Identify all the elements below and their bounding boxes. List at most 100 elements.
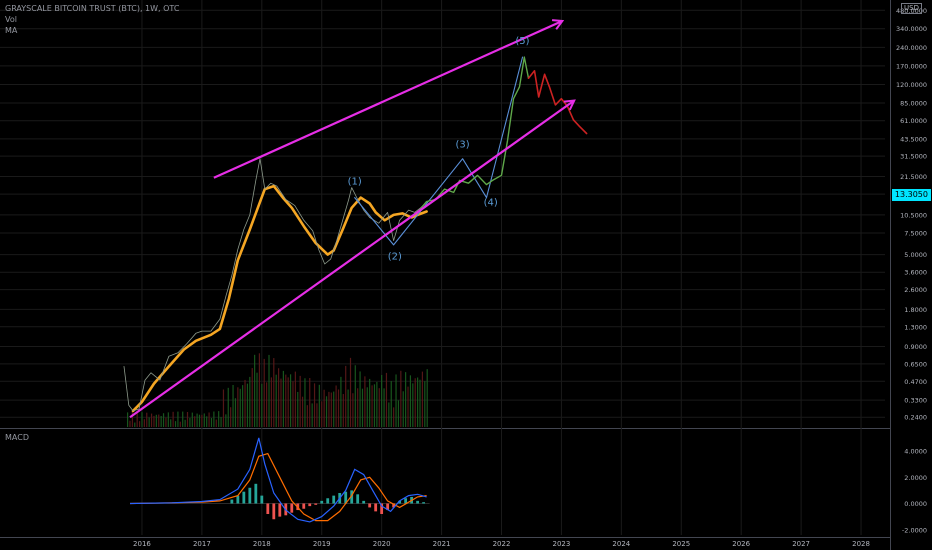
volume-bar	[141, 412, 143, 427]
volume-bar	[232, 384, 234, 427]
volume-bar	[405, 372, 407, 427]
volume-bar	[179, 421, 181, 427]
currency-badge[interactable]: USD	[901, 3, 922, 14]
volume-bar	[275, 374, 277, 427]
volume-bar	[210, 417, 213, 427]
volume-bar	[150, 413, 153, 427]
volume-bar	[129, 420, 131, 427]
volume-bar	[282, 370, 284, 427]
macd-histogram-bar	[272, 503, 276, 520]
moving-average-line	[131, 184, 428, 413]
volume-bar	[287, 377, 289, 427]
year-tick-label: 2020	[373, 540, 391, 548]
volume-bar	[251, 368, 253, 427]
year-tick-label: 2025	[672, 540, 690, 548]
time-axis[interactable]: 2016 2017 2018 2019 2020 2021 2022 2023 2024 2025…	[133, 540, 870, 548]
trend-line-lower	[129, 101, 573, 419]
volume-bar	[373, 384, 376, 427]
volume-bar	[402, 391, 404, 427]
macd-histogram-bar	[356, 494, 360, 504]
macd-pane: 4.0000 2.0000 0.0000 -2.0000	[129, 437, 927, 534]
macd-histogram-bar	[230, 499, 234, 504]
volume-bar	[266, 382, 268, 427]
year-tick-label: 2017	[193, 540, 211, 548]
volume-bar	[280, 378, 282, 427]
volume-bar	[220, 417, 222, 427]
volume-bar	[261, 383, 263, 427]
volume-bar	[417, 377, 419, 427]
volume-bar	[191, 412, 193, 427]
price-tick-label: 7.5000	[904, 229, 927, 237]
price-tick-label: 170.0000	[896, 62, 927, 70]
volume-bar	[143, 419, 145, 427]
volume-bar	[400, 370, 402, 427]
volume-bar	[146, 412, 148, 427]
volume-bar	[213, 411, 215, 427]
volume-bar	[134, 422, 136, 427]
volume-bar	[337, 389, 340, 427]
volume-bar	[186, 411, 189, 427]
price-tick-label: 0.4700	[904, 378, 927, 386]
price-tick-label: 0.6500	[904, 360, 927, 368]
year-tick-label: 2024	[612, 540, 630, 548]
volume-bar	[277, 368, 280, 427]
volume-bar	[412, 383, 414, 427]
wave-label: (3)	[455, 139, 469, 150]
volume-bar	[230, 407, 232, 427]
volume-bar	[294, 371, 296, 427]
volume-bar	[155, 414, 157, 427]
year-tick-label: 2023	[553, 540, 571, 548]
volume-bar	[321, 401, 323, 427]
price-tick-label: 0.2400	[904, 414, 927, 422]
year-tick-label: 2018	[253, 540, 271, 548]
volume-bar	[249, 376, 251, 427]
volume-bar	[198, 414, 201, 427]
volume-bar	[254, 354, 256, 427]
volume-bar	[242, 385, 244, 427]
wave-label: (5)	[515, 36, 529, 47]
volume-bar	[222, 389, 225, 427]
volume-bar	[316, 403, 318, 427]
volume-bar	[414, 378, 416, 427]
volume-bar	[390, 381, 392, 427]
ma-legend: MA	[5, 26, 18, 35]
volume-bar	[270, 377, 273, 427]
volume-bar	[174, 421, 177, 427]
macd-histogram-bar	[236, 495, 240, 504]
volume-bar	[234, 398, 237, 427]
macd-histogram-bar	[326, 498, 330, 504]
volume-bar	[182, 411, 184, 427]
price-tick-label: 240.0000	[896, 44, 927, 52]
volume-bar	[349, 357, 352, 427]
volume-bar	[167, 412, 169, 427]
price-chart[interactable]: (1)(2)(3)(4)(5) 480.0000340.0000240.0000…	[0, 0, 932, 550]
volume-bar	[393, 407, 395, 427]
price-tick-label: 5.0000	[904, 251, 927, 259]
volume-bar	[345, 365, 347, 427]
symbol-title: GRAYSCALE BITCOIN TRUST (BTC), 1W, OTC	[5, 4, 180, 13]
volume-bar	[318, 384, 320, 427]
volume-bar	[330, 392, 332, 427]
volume-bar	[352, 393, 354, 427]
volume-bar	[311, 403, 313, 427]
volume-bar	[165, 417, 167, 427]
volume-bar	[369, 378, 371, 427]
volume-bar	[246, 383, 249, 427]
macd-histogram-bar	[260, 495, 264, 504]
grid-lines	[0, 0, 891, 550]
macd-tick-label: 0.0000	[904, 500, 927, 508]
macd-tick-label: 4.0000	[904, 448, 927, 456]
volume-bar	[189, 417, 191, 427]
macd-histogram-bar	[302, 503, 306, 509]
macd-histogram-bar	[368, 503, 372, 508]
price-tick-label: 2.6000	[904, 286, 927, 294]
year-tick-label: 2022	[493, 540, 511, 548]
volume-bar	[333, 391, 335, 427]
macd-histogram-bar	[278, 503, 282, 517]
price-tick-label: 0.9000	[904, 343, 927, 351]
volume-bar	[325, 396, 328, 427]
volume-bar	[313, 383, 316, 427]
price-tick-label: 31.5000	[900, 153, 927, 161]
volume-bar	[297, 391, 299, 427]
price-axis[interactable]: 480.0000340.0000240.0000170.0000120.0000…	[896, 7, 927, 422]
